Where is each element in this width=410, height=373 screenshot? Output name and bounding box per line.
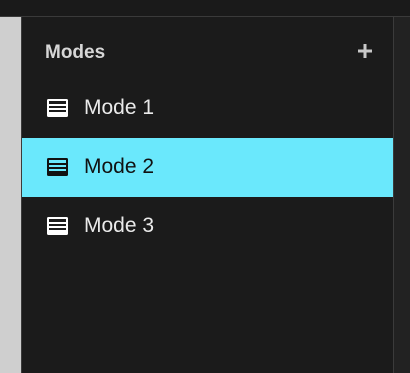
mode-item-1[interactable]: Mode 1 [22,79,393,138]
right-gutter [394,17,410,373]
table-icon [47,217,68,235]
table-icon [47,99,68,117]
top-toolbar-strip [0,0,410,17]
modes-panel: Modes Mode 1 Mode 2 Mode 3 [21,17,394,373]
mode-label: Mode 1 [84,96,155,119]
panel-title: Modes [45,42,106,63]
modes-list: Mode 1 Mode 2 Mode 3 [22,79,393,256]
mode-item-3[interactable]: Mode 3 [22,197,393,256]
window-frame: Modes Mode 1 Mode 2 Mode 3 [0,0,410,373]
add-mode-button[interactable] [353,39,377,63]
mode-item-2[interactable]: Mode 2 [22,138,393,197]
mode-label: Mode 2 [84,155,155,178]
plus-icon [358,44,372,58]
table-icon [47,158,68,176]
mode-label: Mode 3 [84,214,155,237]
modes-panel-header: Modes [22,17,393,85]
